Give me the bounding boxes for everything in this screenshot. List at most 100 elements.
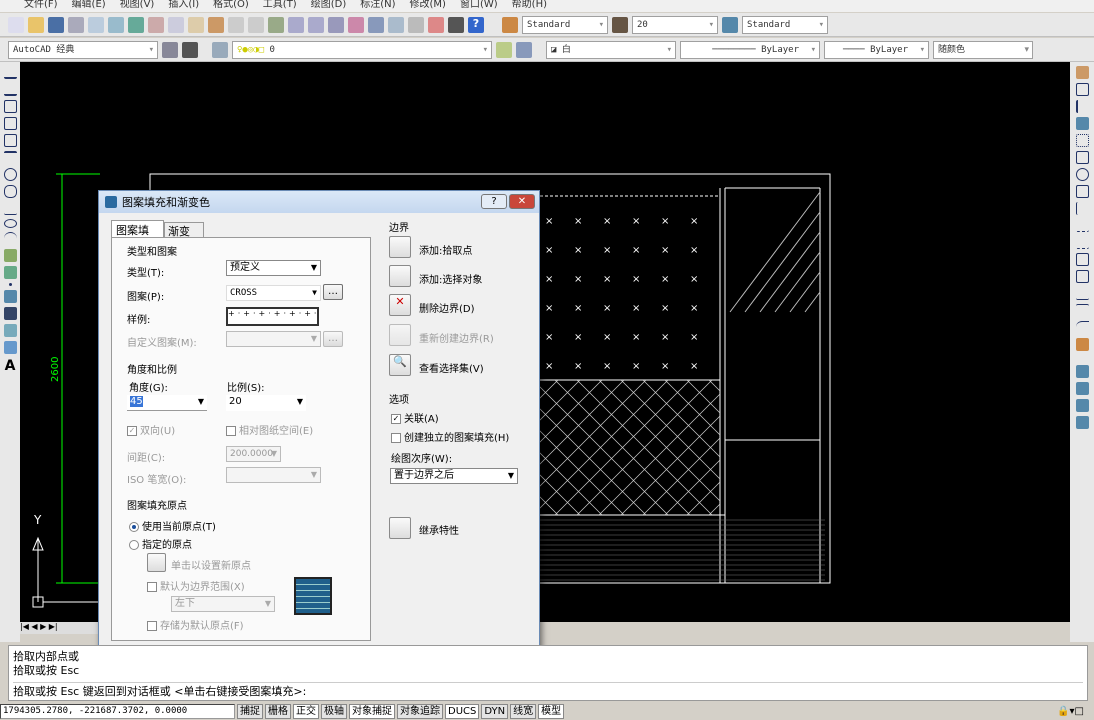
workspace-save-icon[interactable]	[182, 41, 198, 58]
print-icon[interactable]	[68, 16, 84, 33]
lineweight-toggle[interactable]: 线宽	[510, 704, 537, 719]
ellipse-icon[interactable]	[3, 219, 17, 228]
explode-icon[interactable]	[1075, 338, 1089, 351]
match-properties-icon[interactable]	[208, 16, 224, 33]
workspace-settings-icon[interactable]	[162, 41, 178, 58]
calculator-icon[interactable]	[448, 16, 464, 33]
menu-format[interactable]: 格式(O)	[213, 0, 249, 12]
tab-gradient[interactable]: 渐变色	[164, 222, 204, 254]
recreate-boundary-icon[interactable]	[389, 324, 411, 346]
line-icon[interactable]	[3, 66, 17, 79]
layer-select[interactable]: ♀●◎◑□ 0	[232, 40, 492, 59]
ducs-toggle[interactable]: DUCS	[445, 704, 480, 719]
move-icon[interactable]	[1075, 151, 1089, 164]
set-origin-button[interactable]	[147, 553, 166, 572]
offset-icon[interactable]	[1075, 117, 1089, 130]
scale-select[interactable]: 20	[226, 395, 306, 411]
use-current-origin-radio[interactable]: 使用当前原点(T)	[129, 518, 216, 533]
join-icon[interactable]	[1075, 287, 1089, 300]
separate-hatch-checkbox[interactable]: 创建独立的图案填充(H)	[391, 429, 509, 444]
pattern-browse-button[interactable]: …	[323, 284, 343, 300]
grid-toggle[interactable]: 栅格	[265, 704, 291, 719]
layer-previous-icon[interactable]	[516, 41, 532, 58]
revcloud-icon[interactable]	[3, 185, 17, 198]
spline-icon[interactable]	[3, 202, 17, 215]
recreate-boundary-button[interactable]: 重新创建边界(R)	[419, 330, 494, 345]
lineweight-select[interactable]: ──── ByLayer	[824, 40, 929, 59]
draw-order-front-icon[interactable]	[1075, 365, 1089, 378]
extend-icon[interactable]	[1075, 236, 1089, 249]
fillet-icon[interactable]	[1075, 321, 1089, 334]
remove-boundary-button[interactable]: 删除边界(D)	[419, 300, 475, 315]
save-icon[interactable]	[48, 16, 64, 33]
preview-icon[interactable]	[88, 16, 104, 33]
gradient-icon[interactable]	[3, 307, 17, 320]
menu-dimension[interactable]: 标注(N)	[360, 0, 395, 12]
dialog-help-button[interactable]: ?	[481, 194, 507, 209]
break-at-point-icon[interactable]	[1075, 253, 1089, 266]
table-style-select[interactable]: Standard	[742, 15, 828, 34]
ortho-toggle[interactable]: 正交	[293, 704, 319, 719]
cut-icon[interactable]	[148, 16, 164, 33]
tool-palette-icon[interactable]	[388, 16, 404, 33]
trim-icon[interactable]	[1075, 219, 1089, 232]
color-select[interactable]: ◪ 白	[546, 40, 676, 59]
pattern-select[interactable]: CROSS	[226, 285, 321, 301]
sheet-set-icon[interactable]	[408, 16, 424, 33]
region-icon[interactable]	[3, 324, 17, 337]
spacing-input[interactable]: 200.0000	[226, 446, 281, 462]
type-select[interactable]: 预定义	[226, 260, 321, 276]
specified-origin-radio[interactable]: 指定的原点	[129, 536, 192, 551]
erase-icon[interactable]	[1075, 66, 1089, 79]
custom-pattern-select[interactable]	[226, 331, 321, 347]
globe-icon[interactable]	[128, 16, 144, 33]
hatch-icon[interactable]	[3, 290, 17, 303]
make-block-icon[interactable]	[3, 266, 17, 279]
zoom-previous-icon[interactable]	[328, 16, 344, 33]
menu-edit[interactable]: 编辑(E)	[72, 0, 106, 12]
command-window[interactable]: 拾取内部点或 拾取或按 Esc 拾取或按 Esc 键返回到对话框或 <单击右键接…	[8, 645, 1088, 701]
osnap-toggle[interactable]: 对象捕捉	[349, 704, 395, 719]
polar-toggle[interactable]: 极轴	[321, 704, 347, 719]
layout-tab-nav[interactable]: |◀ ◀ ▶ ▶|	[20, 622, 100, 634]
add-select-objects-button[interactable]: 添加:选择对象	[419, 271, 482, 286]
insert-block-icon[interactable]	[3, 249, 17, 262]
markup-icon[interactable]	[428, 16, 444, 33]
help-icon[interactable]: ?	[468, 16, 484, 33]
menu-file[interactable]: 文件(F)	[24, 0, 58, 12]
chamfer-icon[interactable]	[1075, 304, 1089, 317]
menu-help[interactable]: 帮助(H)	[512, 0, 547, 12]
inherit-properties-icon[interactable]	[389, 517, 411, 539]
layer-manager-icon[interactable]	[212, 41, 228, 58]
copy-object-icon[interactable]	[1075, 83, 1089, 96]
mirror-icon[interactable]	[1075, 100, 1089, 113]
send-under-icon[interactable]	[1075, 416, 1089, 429]
custom-browse-button[interactable]: …	[323, 331, 343, 347]
text-style-select[interactable]: Standard	[522, 15, 608, 34]
make-current-layer-icon[interactable]	[496, 41, 512, 58]
relative-paper-checkbox[interactable]: 相对图纸空间(E)	[226, 422, 313, 437]
menu-modify[interactable]: 修改(M)	[410, 0, 446, 12]
command-prompt[interactable]: 拾取或按 Esc 键返回到对话框或 <单击右键接受图案填充>:	[13, 682, 1083, 699]
view-selection-button[interactable]: 查看选择集(V)	[419, 360, 484, 375]
design-center-icon[interactable]	[368, 16, 384, 33]
array-icon[interactable]	[1075, 134, 1089, 147]
draw-order-back-icon[interactable]	[1075, 382, 1089, 395]
otrack-toggle[interactable]: 对象追踪	[397, 704, 443, 719]
dyn-toggle[interactable]: DYN	[481, 704, 509, 719]
store-default-checkbox[interactable]: 存储为默认原点(F)	[147, 617, 244, 632]
default-extent-checkbox[interactable]: 默认为边界范围(X)	[147, 578, 245, 593]
inherit-properties-button[interactable]: 继承特性	[419, 522, 459, 537]
linetype-select[interactable]: ──────── ByLayer	[680, 40, 820, 59]
polyline-icon[interactable]	[3, 100, 17, 113]
snap-toggle[interactable]: 捕捉	[237, 704, 263, 719]
tab-hatch[interactable]: 图案填充	[111, 220, 164, 253]
remove-boundary-icon[interactable]: ✕	[389, 294, 411, 316]
zoom-realtime-icon[interactable]	[288, 16, 304, 33]
pattern-swatch[interactable]: +·+·+·+·+·+·+·+	[226, 307, 319, 326]
add-select-objects-icon[interactable]	[389, 265, 411, 287]
dialog-close-button[interactable]: ✕	[509, 194, 535, 209]
model-toggle[interactable]: 模型	[538, 704, 565, 719]
menu-window[interactable]: 窗口(W)	[460, 0, 498, 12]
ellipse-arc-icon[interactable]	[3, 232, 17, 245]
